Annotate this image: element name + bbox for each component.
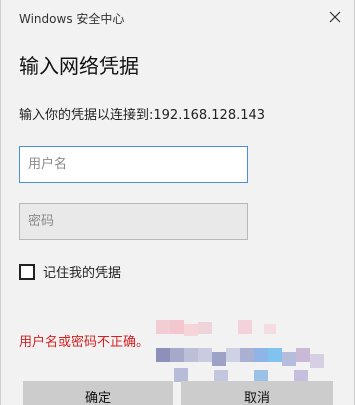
remember-credentials-checkbox[interactable]: 记住我的凭据 xyxy=(19,262,121,281)
credentials-dialog: Windows 安全中心 输入网络凭据 输入你的凭据以连接到:192.168.1… xyxy=(0,0,355,405)
connect-prompt: 输入你的凭据以连接到:192.168.128.143 xyxy=(19,108,266,123)
remember-label: 记住我的凭据 xyxy=(43,266,122,281)
mosaic-artifact xyxy=(156,320,324,384)
window-title: Windows 安全中心 xyxy=(19,12,125,26)
username-input[interactable] xyxy=(19,146,248,183)
password-input[interactable] xyxy=(19,203,248,240)
ok-button[interactable]: 确定 xyxy=(23,381,173,405)
cancel-button[interactable]: 取消 xyxy=(181,381,333,405)
dialog-heading: 输入网络凭据 xyxy=(19,54,139,78)
checkbox-box[interactable] xyxy=(19,263,35,280)
error-message: 用户名或密码不正确。 xyxy=(19,335,150,350)
close-button[interactable] xyxy=(322,4,348,30)
close-icon xyxy=(329,11,341,23)
